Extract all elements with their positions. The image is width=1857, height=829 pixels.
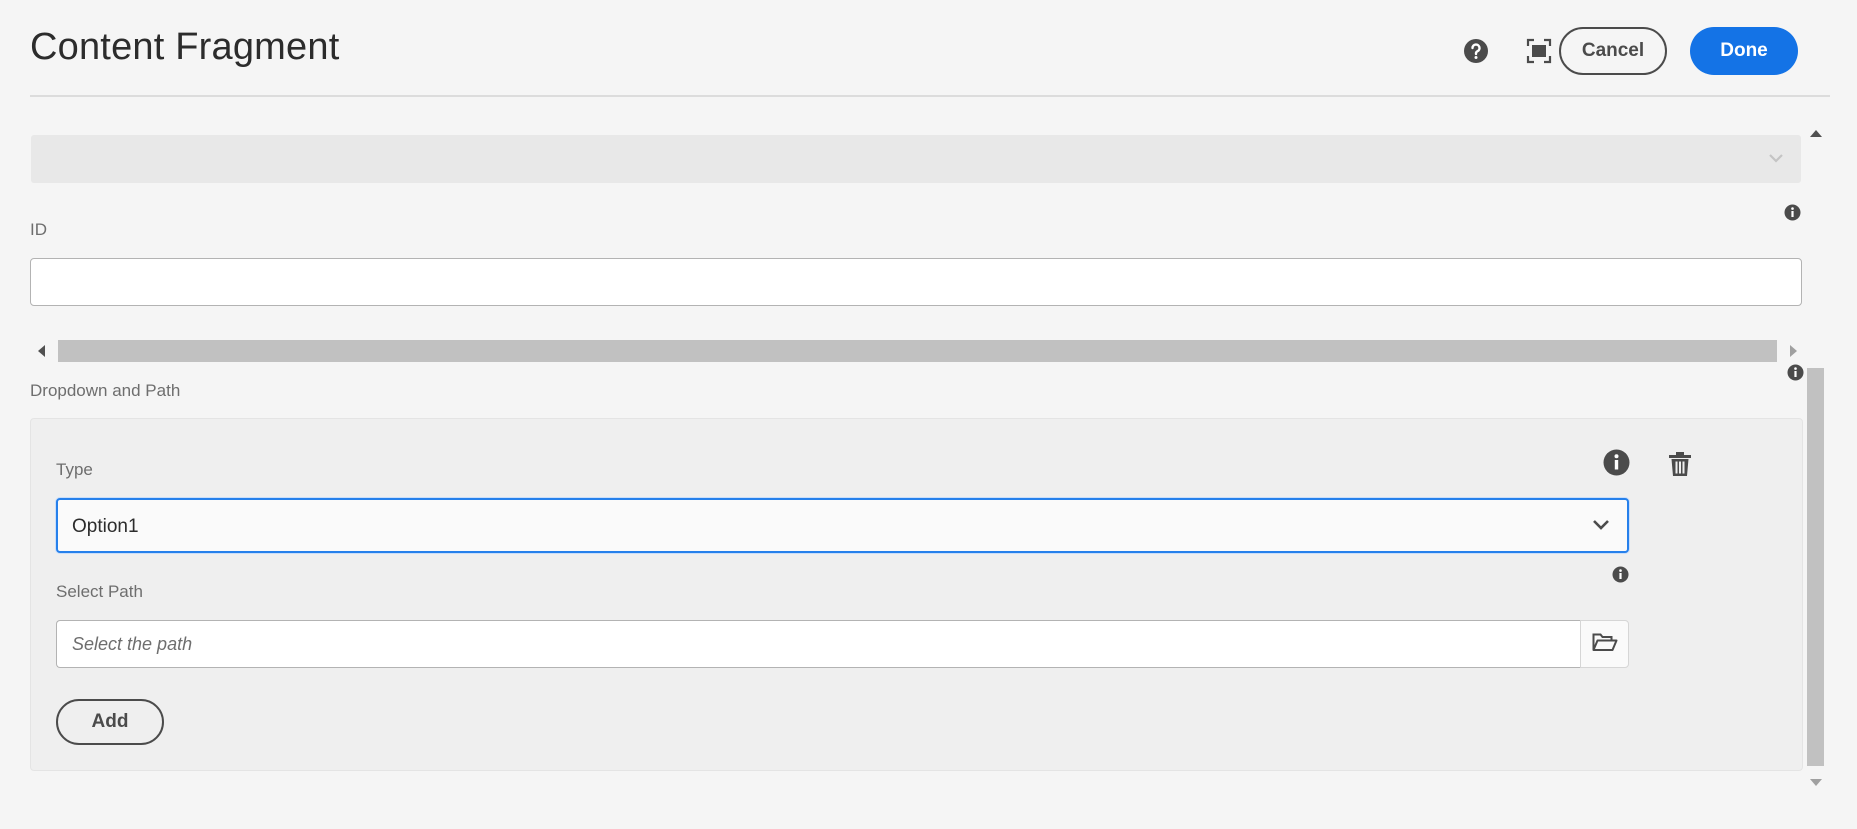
type-dropdown-value: Option1 (72, 516, 139, 537)
dropdown-path-label: Dropdown and Path (30, 381, 181, 400)
browse-path-button[interactable] (1580, 620, 1629, 668)
dialog-title: Content Fragment (30, 26, 340, 68)
vertical-scrollbar-thumb[interactable] (1807, 368, 1824, 766)
done-button[interactable]: Done (1690, 27, 1798, 75)
type-dropdown[interactable]: Option1 (56, 498, 1629, 553)
delete-icon[interactable] (1668, 451, 1692, 477)
dropdown-path-info-icon[interactable] (1787, 364, 1804, 381)
scrollbar-thumb[interactable] (58, 340, 1777, 362)
folder-open-icon (1592, 632, 1618, 657)
id-label: ID (30, 220, 47, 239)
fullscreen-icon[interactable] (1526, 38, 1552, 64)
type-label: Type (56, 460, 93, 479)
id-info-icon[interactable] (1784, 204, 1801, 221)
multifield-container (30, 418, 1803, 771)
scroll-down-icon[interactable] (1810, 779, 1822, 786)
collapsed-select[interactable] (31, 135, 1801, 183)
id-input[interactable] (30, 258, 1802, 306)
help-icon[interactable] (1463, 38, 1489, 64)
scroll-right-icon[interactable] (1790, 345, 1797, 357)
select-path-info-icon[interactable] (1612, 566, 1629, 583)
chevron-down-icon (1591, 518, 1611, 537)
cancel-button[interactable]: Cancel (1559, 27, 1667, 75)
type-info-icon[interactable] (1603, 449, 1630, 476)
scroll-up-icon[interactable] (1810, 130, 1822, 137)
scroll-left-icon[interactable] (38, 345, 45, 357)
horizontal-scrollbar[interactable] (34, 340, 1801, 362)
chevron-down-icon (1767, 151, 1785, 170)
vertical-scrollbar[interactable] (1806, 122, 1824, 790)
select-path-label: Select Path (56, 582, 143, 601)
add-button[interactable]: Add (56, 699, 164, 745)
select-path-input[interactable] (56, 620, 1581, 668)
